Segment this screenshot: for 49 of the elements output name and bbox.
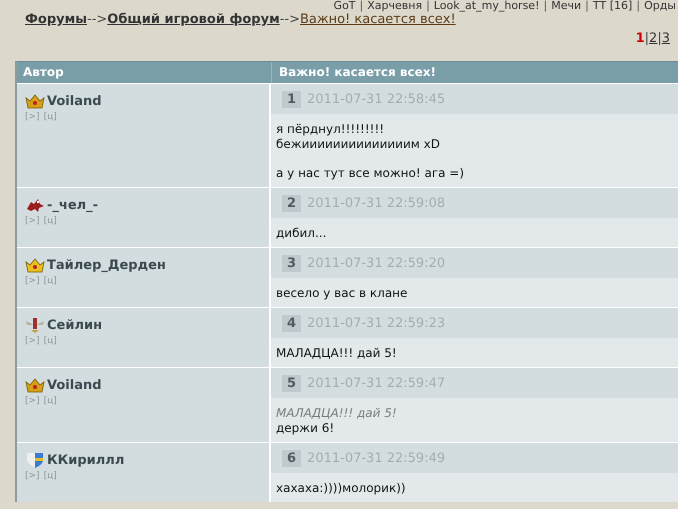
- page-separator: |: [657, 31, 662, 48]
- nav-separator: |: [426, 0, 430, 12]
- breadcrumb-separator: -->: [280, 12, 300, 29]
- post-text: я пёрднул!!!!!!!!! бежиииииииииииииим xD: [276, 122, 441, 152]
- post-text: держи 6!: [276, 421, 336, 436]
- shield-icon: [25, 452, 45, 468]
- post-number: 2: [282, 194, 302, 212]
- nav-separator: |: [360, 0, 364, 12]
- page-link[interactable]: 1: [636, 31, 645, 51]
- post-text: МАЛАДЦА!!! дай 5!: [276, 346, 398, 361]
- column-header: Автор: [22, 64, 65, 81]
- page-separator: |: [644, 31, 650, 48]
- page-link[interactable]: 3: [662, 31, 670, 51]
- post-number: 4: [282, 314, 302, 332]
- column-header: Важно! касается всех!: [271, 62, 678, 83]
- page-link[interactable]: 2: [649, 31, 658, 51]
- post-text: дибил...: [276, 226, 328, 241]
- author-name[interactable]: Тайлер_Дерден: [47, 258, 166, 272]
- author-name[interactable]: Voiland: [47, 94, 102, 108]
- crown-icon: [25, 93, 45, 109]
- breadcrumb-link[interactable]: Общий игровой форум: [107, 12, 280, 29]
- nav-link[interactable]: ТТ [16]: [592, 0, 632, 12]
- post-text: весело у вас в клане: [276, 286, 408, 301]
- breadcrumb-link[interactable]: Важно! касается всех!: [300, 12, 456, 29]
- nav-link[interactable]: Мечи: [551, 0, 582, 12]
- breadcrumb-separator: -->: [87, 12, 108, 29]
- nav-separator: |: [636, 0, 640, 12]
- post-number: 1: [282, 90, 302, 108]
- nav-link[interactable]: Look_at_my_horse!: [434, 0, 540, 12]
- author-name[interactable]: -_чел_-: [47, 198, 98, 212]
- author-name[interactable]: Voiland: [47, 378, 102, 392]
- creature-icon: [25, 197, 45, 213]
- post-number: 5: [282, 374, 302, 392]
- author-name[interactable]: ККириллл: [47, 452, 124, 468]
- nav-link[interactable]: GoT: [334, 0, 356, 12]
- nav-separator: |: [543, 0, 548, 12]
- winged-emblem-icon: [25, 317, 45, 333]
- nav-link[interactable]: Орды: [644, 0, 676, 12]
- breadcrumb-link[interactable]: Форумы: [25, 12, 87, 29]
- nav-link[interactable]: Харчевня: [367, 0, 422, 12]
- post-text: а у нас тут все можно! ага =): [276, 166, 466, 181]
- quoted-text: МАЛАДЦА!!! дай 5!: [276, 406, 398, 421]
- nav-separator: |: [585, 0, 589, 12]
- crown-icon: [25, 377, 45, 393]
- post-number: 3: [282, 254, 302, 272]
- post-text: хахаха:))))молорик)): [276, 481, 407, 496]
- crown-icon: [25, 257, 45, 273]
- author-name[interactable]: Сейлин: [47, 318, 102, 332]
- post-number: 6: [282, 450, 302, 466]
